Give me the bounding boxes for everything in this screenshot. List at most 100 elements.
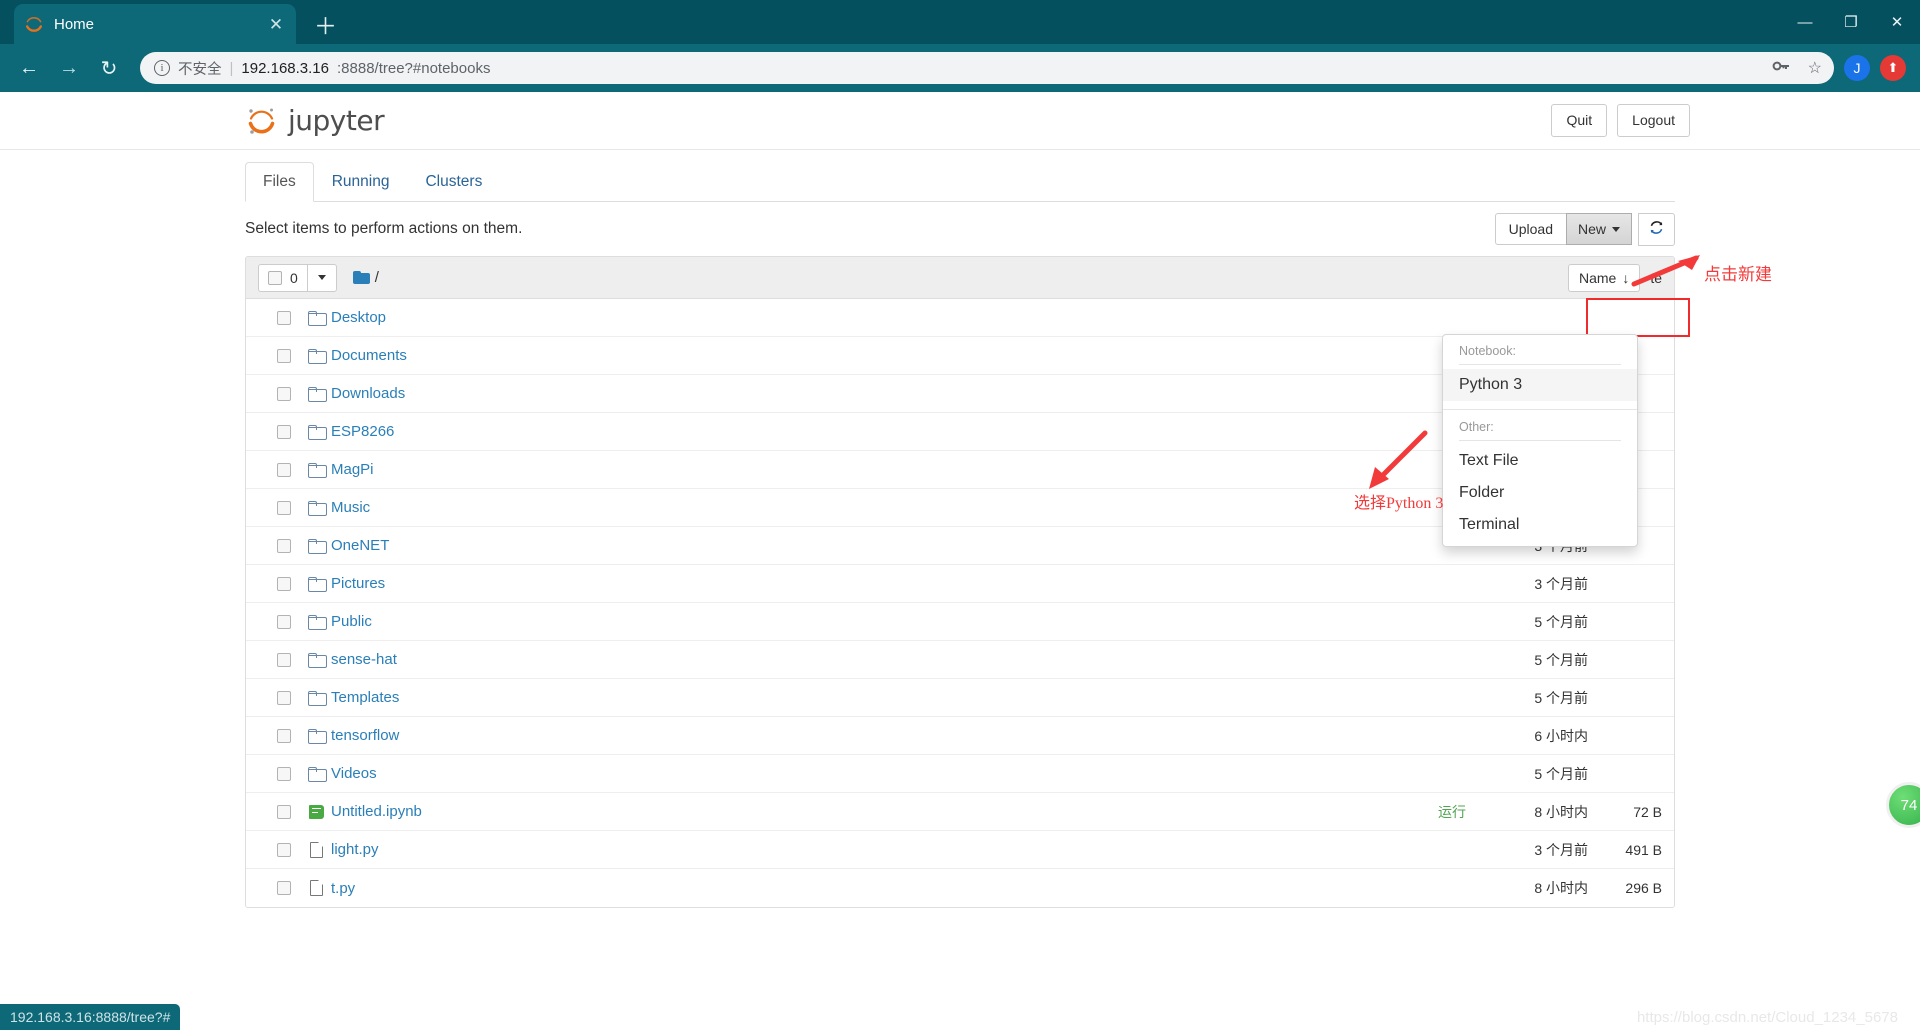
- row-checkbox[interactable]: [277, 462, 291, 477]
- row-meta: 3 个月前: [1492, 574, 1662, 594]
- file-name-link[interactable]: Videos: [331, 765, 377, 782]
- address-bar[interactable]: i 不安全 | 192.168.3.16 :8888/tree?#noteboo…: [140, 52, 1834, 84]
- table-row[interactable]: Videos 5 个月前: [246, 755, 1674, 793]
- last-modified-cell: 5 个月前: [1534, 613, 1588, 630]
- table-row[interactable]: light.py 3 个月前 491 B: [246, 831, 1674, 869]
- new-button[interactable]: New: [1565, 213, 1632, 245]
- row-checkbox[interactable]: [277, 804, 291, 819]
- file-name-link[interactable]: sense-hat: [331, 651, 397, 668]
- file-name-link[interactable]: Untitled.ipynb: [331, 803, 422, 820]
- table-row[interactable]: Templates 5 个月前: [246, 679, 1674, 717]
- file-name-link[interactable]: t.py: [331, 880, 355, 897]
- reload-icon[interactable]: ↻: [94, 53, 124, 83]
- row-checkbox[interactable]: [277, 652, 291, 667]
- jupyter-logo[interactable]: jupyter: [245, 104, 385, 138]
- notebook-icon: [307, 804, 325, 819]
- refresh-button[interactable]: [1638, 212, 1675, 246]
- file-name-link[interactable]: Downloads: [331, 385, 405, 402]
- row-checkbox[interactable]: [277, 310, 291, 325]
- quit-button[interactable]: Quit: [1551, 104, 1608, 137]
- bookmark-star-icon[interactable]: ☆: [1808, 58, 1822, 78]
- action-hint-text: Select items to perform actions on them.: [245, 220, 523, 237]
- row-checkbox[interactable]: [277, 766, 291, 781]
- file-name-link[interactable]: ESP8266: [331, 423, 394, 440]
- row-checkbox[interactable]: [277, 538, 291, 553]
- browser-toolbar: ← → ↻ i 不安全 | 192.168.3.16 :8888/tree?#n…: [0, 44, 1920, 92]
- table-row[interactable]: sense-hat 5 个月前: [246, 641, 1674, 679]
- forward-icon[interactable]: →: [54, 53, 84, 83]
- selection-controls: 0: [258, 263, 337, 292]
- icon-glyph: [309, 841, 323, 858]
- table-row[interactable]: Desktop: [246, 299, 1674, 337]
- file-name-link[interactable]: MagPi: [331, 461, 374, 478]
- extension-icon[interactable]: ⬆: [1880, 55, 1906, 81]
- new-tab-button[interactable]: ＋: [314, 15, 337, 38]
- dropdown-notebook-header: Notebook:: [1459, 344, 1516, 358]
- tab-running[interactable]: Running: [314, 162, 408, 202]
- file-name-link[interactable]: Music: [331, 499, 370, 516]
- tab-files[interactable]: Files: [245, 162, 314, 202]
- dropdown-item-folder[interactable]: Folder: [1443, 477, 1637, 509]
- row-checkbox[interactable]: [277, 881, 291, 895]
- header-buttons: Quit Logout: [1551, 104, 1690, 137]
- dropdown-item-terminal[interactable]: Terminal: [1443, 509, 1637, 541]
- table-row[interactable]: t.py 8 小时内 296 B: [246, 869, 1674, 907]
- dropdown-item-python3[interactable]: Python 3: [1443, 369, 1637, 401]
- last-modified-column-label: te: [1650, 269, 1662, 286]
- browser-tab[interactable]: Home ✕: [14, 4, 296, 44]
- row-checkbox[interactable]: [277, 728, 291, 743]
- breadcrumb-root: /: [374, 269, 379, 286]
- row-checkbox[interactable]: [277, 614, 291, 629]
- tab-clusters[interactable]: Clusters: [407, 162, 500, 202]
- row-checkbox[interactable]: [277, 576, 291, 591]
- tab-close-icon[interactable]: ✕: [266, 16, 286, 33]
- file-name-link[interactable]: Public: [331, 613, 372, 630]
- password-key-icon[interactable]: [1772, 59, 1790, 77]
- table-row[interactable]: Pictures 3 个月前: [246, 565, 1674, 603]
- close-window-icon[interactable]: ✕: [1874, 0, 1920, 44]
- last-modified-cell: 3 个月前: [1534, 575, 1588, 592]
- row-meta: 6 小时内: [1492, 726, 1662, 746]
- file-name-link[interactable]: Documents: [331, 347, 407, 364]
- select-all-checkbox[interactable]: 0: [258, 263, 308, 292]
- maximize-icon[interactable]: ❐: [1828, 0, 1874, 44]
- file-name-link[interactable]: Templates: [331, 689, 399, 706]
- folder-icon: [307, 387, 327, 402]
- omnibox-separator: |: [229, 59, 234, 77]
- folder-icon: [307, 729, 327, 744]
- row-checkbox[interactable]: [277, 386, 291, 401]
- row-checkbox[interactable]: [277, 424, 291, 439]
- table-row[interactable]: tensorflow 6 小时内: [246, 717, 1674, 755]
- file-name-link[interactable]: light.py: [331, 841, 379, 858]
- back-icon[interactable]: ←: [14, 53, 44, 83]
- icon-glyph: [307, 691, 327, 706]
- last-modified-cell: 3 个月前: [1534, 841, 1588, 858]
- row-checkbox[interactable]: [277, 690, 291, 705]
- jupyter-logo-icon: [245, 104, 279, 138]
- icon-glyph: [307, 767, 327, 782]
- selection-dropdown-button[interactable]: [306, 263, 337, 292]
- table-row[interactable]: Untitled.ipynb 运行 8 小时内 72 B: [246, 793, 1674, 831]
- window-controls: — ❐ ✕: [1782, 0, 1920, 44]
- jupyter-header: jupyter Quit Logout: [0, 92, 1920, 150]
- sort-name-button[interactable]: Name ↓: [1567, 263, 1641, 292]
- file-name-link[interactable]: Desktop: [331, 309, 386, 326]
- row-checkbox[interactable]: [277, 348, 291, 363]
- status-bar: 192.168.3.16:8888/tree?#: [0, 1004, 181, 1030]
- minimize-icon[interactable]: —: [1782, 0, 1828, 44]
- row-checkbox[interactable]: [277, 842, 291, 857]
- dropdown-item-text-file[interactable]: Text File: [1443, 445, 1637, 477]
- sort-arrow-icon: ↓: [1622, 269, 1630, 286]
- logout-button[interactable]: Logout: [1617, 104, 1690, 137]
- profile-avatar[interactable]: J: [1844, 55, 1870, 81]
- row-checkbox[interactable]: [277, 500, 291, 515]
- site-info-icon[interactable]: i: [154, 60, 170, 76]
- url-path: :8888/tree?#notebooks: [337, 59, 491, 77]
- breadcrumb[interactable]: /: [352, 269, 379, 286]
- folder-icon: [352, 271, 370, 284]
- file-name-link[interactable]: OneNET: [331, 537, 389, 554]
- file-name-link[interactable]: Pictures: [331, 575, 385, 592]
- upload-button[interactable]: Upload: [1494, 213, 1567, 245]
- file-name-link[interactable]: tensorflow: [331, 727, 399, 744]
- table-row[interactable]: Public 5 个月前: [246, 603, 1674, 641]
